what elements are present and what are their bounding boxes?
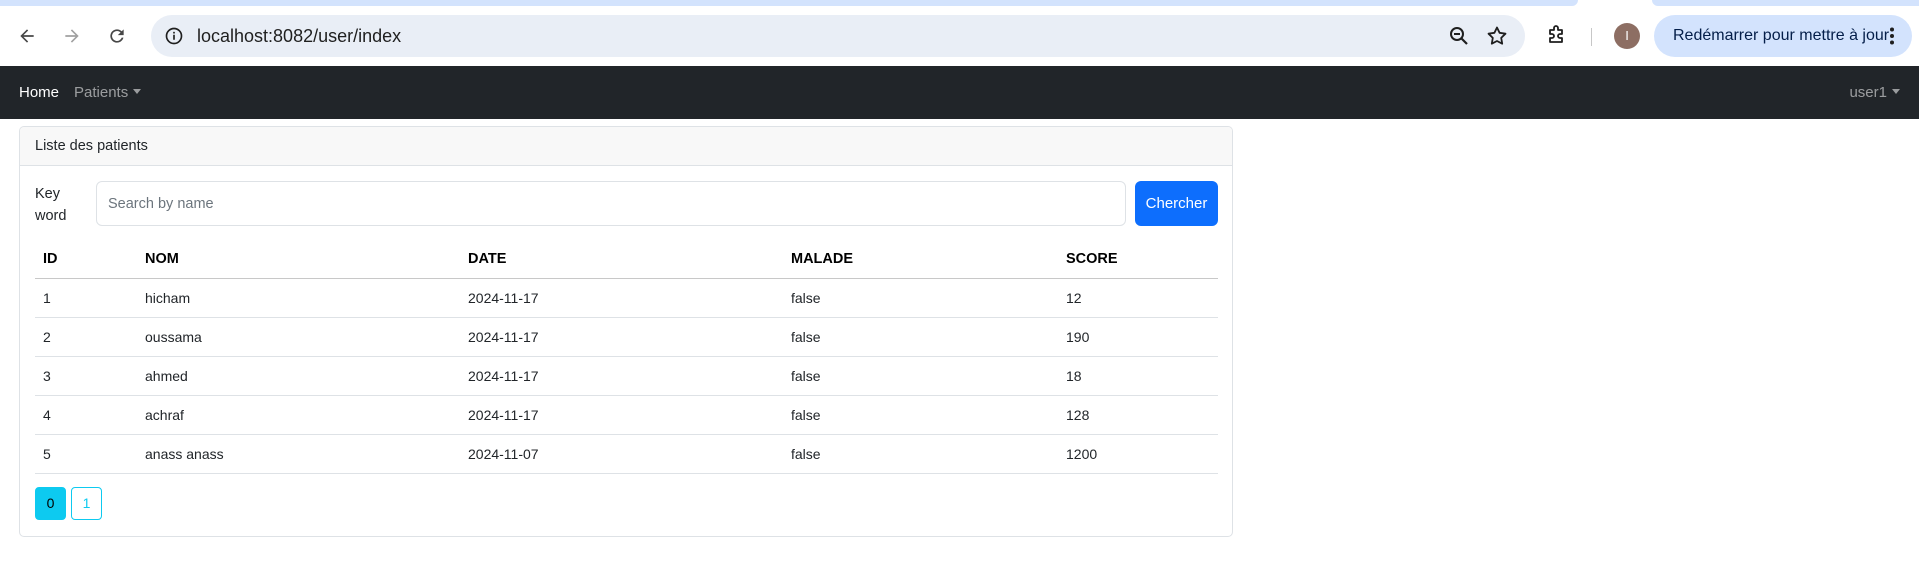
cell-malade: false: [783, 317, 1058, 357]
cell-nom: anass anass: [137, 434, 460, 474]
column-header-nom: NOM: [137, 239, 460, 279]
cell-malade: false: [783, 434, 1058, 474]
reload-icon: [110, 29, 124, 43]
cell-date: 2024-11-17: [460, 395, 783, 435]
bookmark-star-icon[interactable]: [1485, 24, 1509, 48]
cell-nom: ahmed: [137, 356, 460, 396]
cell-date: 2024-11-07: [460, 434, 783, 474]
caret-down-icon: [133, 89, 142, 94]
cell-score: 1200: [1058, 434, 1218, 474]
column-header-score: SCORE: [1058, 239, 1218, 279]
cell-id: 5: [35, 434, 137, 474]
reload-button[interactable]: [99, 18, 135, 54]
user-dropdown-label: user1: [1849, 84, 1887, 101]
cell-nom: oussama: [137, 317, 460, 357]
home-link[interactable]: Home: [19, 66, 59, 119]
cell-score: 18: [1058, 356, 1218, 396]
search-form: Key word Chercher: [35, 181, 1218, 227]
more-vert-icon[interactable]: [1880, 24, 1904, 48]
cell-date: 2024-11-17: [460, 317, 783, 357]
cell-nom: achraf: [137, 395, 460, 435]
forward-button[interactable]: [54, 18, 90, 54]
arrow-right-icon: [65, 29, 79, 43]
column-header-malade: MALADE: [783, 239, 1058, 279]
app-navbar: Home Patients user1: [0, 66, 1919, 119]
cell-score: 128: [1058, 395, 1218, 435]
toolbar-separator: [1591, 28, 1592, 46]
update-button[interactable]: Redémarrer pour mettre à jour: [1654, 15, 1912, 57]
page-button-1[interactable]: 1: [71, 487, 102, 520]
table-row: 4 achraf 2024-11-17 false 128: [35, 395, 1218, 435]
column-header-id: ID: [35, 239, 137, 279]
cell-malade: false: [783, 395, 1058, 435]
table-row: 5 anass anass 2024-11-07 false 1200: [35, 434, 1218, 474]
card-title: Liste des patients: [20, 127, 1232, 166]
arrow-left-icon: [20, 29, 34, 43]
cell-score: 190: [1058, 317, 1218, 357]
patients-dropdown[interactable]: Patients: [74, 66, 142, 119]
cell-date: 2024-11-17: [460, 356, 783, 396]
cell-id: 4: [35, 395, 137, 435]
patients-dropdown-label: Patients: [74, 84, 129, 101]
keyword-label: Key word: [35, 186, 67, 224]
address-bar[interactable]: localhost:8082/user/index: [151, 15, 1525, 57]
search-button[interactable]: Chercher: [1135, 181, 1218, 226]
caret-down-icon: [1892, 89, 1900, 94]
cell-id: 2: [35, 317, 137, 357]
user-dropdown[interactable]: user1: [1849, 66, 1900, 119]
cell-id: 1: [35, 278, 137, 318]
table-row: 2 oussama 2024-11-17 false 190: [35, 317, 1218, 357]
profile-avatar[interactable]: I: [1614, 23, 1640, 49]
table-header-row: ID NOM DATE MALADE SCORE: [35, 239, 1218, 279]
patients-table: ID NOM DATE MALADE SCORE 1 hicham 2024-1…: [35, 239, 1218, 474]
column-header-date: DATE: [460, 239, 783, 279]
update-label: Redémarrer pour mettre à jour: [1673, 27, 1890, 44]
browser-toolbar: localhost:8082/user/index I Redémarrer p…: [0, 6, 1919, 66]
cell-date: 2024-11-17: [460, 278, 783, 318]
search-input[interactable]: [96, 181, 1126, 226]
cell-malade: false: [783, 278, 1058, 318]
cell-id: 3: [35, 356, 137, 396]
cell-nom: hicham: [137, 278, 460, 318]
site-info-icon[interactable]: [161, 23, 187, 49]
zoom-out-icon[interactable]: [1447, 24, 1471, 48]
patients-card: Liste des patients Key word Chercher ID …: [19, 126, 1233, 537]
table-row: 3 ahmed 2024-11-17 false 18: [35, 356, 1218, 396]
cell-malade: false: [783, 356, 1058, 396]
back-button[interactable]: [9, 18, 45, 54]
url-text[interactable]: localhost:8082/user/index: [197, 15, 401, 57]
page-button-0[interactable]: 0: [35, 487, 66, 520]
cell-score: 12: [1058, 278, 1218, 318]
extensions-puzzle-icon[interactable]: [1544, 24, 1568, 48]
table-row: 1 hicham 2024-11-17 false 12: [35, 278, 1218, 318]
